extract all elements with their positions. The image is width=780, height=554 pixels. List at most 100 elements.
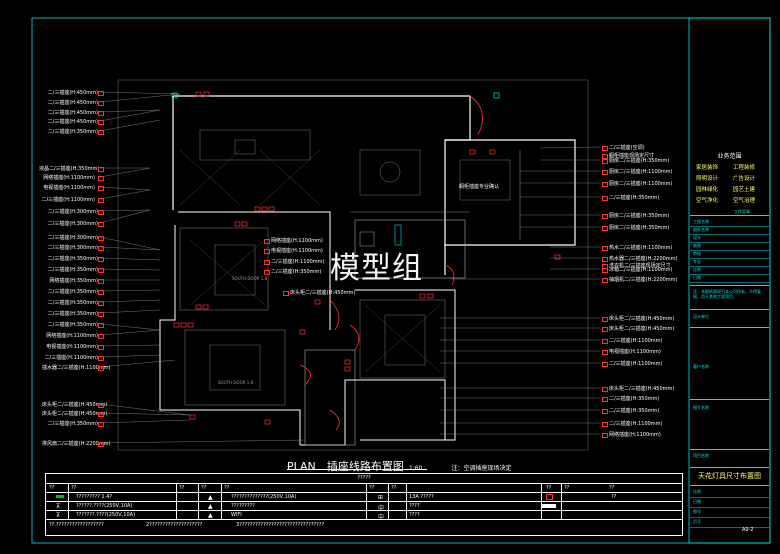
sheet-rule [690, 497, 769, 498]
left-outlet-label: 网络插座(H:1100mm) [43, 175, 95, 181]
left-outlet-label: 二/三插座(H:350mm) [47, 311, 98, 317]
title-block-field: 日期 [693, 275, 701, 280]
title-block-field: 比例 [693, 267, 701, 272]
right-outlet-label: 二/三插座(H:350mm) [609, 195, 660, 201]
triangle-socket-icon-3: ▲ [208, 512, 213, 519]
legend-header-cell: ?? [71, 485, 77, 491]
right-outlet-label: 厨房二/三插座(H:350mm) [609, 225, 670, 231]
legend-column-line [198, 483, 199, 519]
legend-header-cell: ?? [224, 485, 230, 491]
left-outlet-label: 二/三插座(H:350mm) [47, 289, 98, 295]
title-block-rule [690, 234, 769, 235]
title-block-rule [690, 258, 769, 259]
left-outlet-label: 二/三插座(H:1100mm) [41, 197, 96, 203]
title-block-field: 制图 [693, 243, 701, 248]
outlet-marker-icon [602, 350, 608, 355]
legend-cell: WIFI [231, 512, 242, 518]
legend-header-cell: ?? [201, 485, 207, 491]
title-block-field: 审核 [693, 251, 701, 256]
right-outlet-label: 抽烟机二/三插座(H:2200mm) [609, 277, 678, 283]
outlet-marker-icon [98, 91, 104, 96]
outlet-marker-icon [602, 422, 608, 427]
left-outlet-label: 二/三插座(H:350mm) [47, 421, 98, 427]
left-leader-lines [99, 91, 306, 444]
sheet-field: 页号 [693, 519, 701, 524]
left-outlet-label: 插水器二/三插座(H:1100mm) [42, 365, 111, 371]
outlet-marker-icon [602, 226, 608, 231]
outlet-legend-icon: ⊼ [56, 503, 61, 510]
left-outlet-label: 床头柜二/三插座(H:450mm) [42, 411, 108, 417]
left-outlet-label: 电视插座(H:1100mm) [43, 185, 95, 191]
legend-cell: ??????.????(250V,10A) [76, 503, 133, 509]
outlet-marker-icon [264, 239, 270, 244]
left-outlet-label: 二/三插座(H:300mm) [47, 235, 98, 241]
switch-legend-icon: ⊞ [378, 494, 384, 501]
title-block-field: 设计 [693, 235, 701, 240]
outlet-marker-icon [264, 270, 270, 275]
outlet-marker-icon [602, 339, 608, 344]
mid-outlet-label: 二/三插座(H:1100mm) [271, 259, 325, 265]
right-outlet-label: 网络插座(H:1100mm) [609, 432, 661, 438]
outlet-marker-icon [98, 111, 104, 116]
outlet-marker-icon [98, 442, 104, 447]
right-outlet-label: 二/三插座(H:350mm) [609, 408, 660, 414]
outlet-marker-icon [602, 387, 608, 392]
right-outlet-label: 二/三插座(H:1100mm) [609, 421, 663, 427]
bar-legend-icon [542, 504, 556, 508]
legend-column-line [366, 483, 367, 519]
left-outlet-label: 二/三插座(H:450mm) [47, 90, 98, 96]
outlet-marker-icon [98, 246, 104, 251]
right-outlet-label: 热水器二/三插座(H:2200mm) [609, 256, 678, 262]
legend-cell: ????????? [231, 503, 255, 509]
legend-column-line [561, 483, 562, 519]
service-item: 园林绿化 [696, 187, 719, 193]
outlet-marker-icon [602, 182, 608, 187]
outlet-marker-icon [602, 268, 608, 273]
outlet-marker-icon [98, 130, 104, 135]
title-block-field: 图纸名称 [693, 227, 709, 232]
left-outlet-label: 网络插座(H:350mm) [49, 278, 98, 284]
legend-cell: ??????????????(250V,10A) [231, 494, 297, 500]
title-block-rule [690, 274, 769, 275]
outlet-marker-icon [98, 257, 104, 262]
design-unit-label: 设计单位 [693, 314, 709, 319]
title-block-rule [690, 250, 769, 251]
drawing-title-underline [287, 469, 427, 470]
title-block: 业务范围 家居装饰 工程装修 照明设计 广告设计 园林绿化 园艺土建 空气净化 空气治理 工程… [690, 19, 769, 542]
right-outlet-label: 电视插座(H:1100mm) [609, 349, 661, 355]
sheet-field: 日期 [693, 499, 701, 504]
outlet-marker-icon [98, 101, 104, 106]
mid-outlet-label: 网络插座(H:1100mm) [271, 238, 323, 244]
left-outlet-label: 二/三插座(H:350mm) [47, 267, 98, 273]
legend-header-cell: ?? [564, 485, 570, 491]
outlet-marker-icon [602, 159, 608, 164]
mid-outlet-label: 二/三插座(H:350mm) [271, 269, 322, 275]
mid-outlet-label: 电视插座(H:1100mm) [271, 248, 323, 254]
outlet-marker-icon [602, 278, 608, 283]
right-outlet-label: 冰箱二/三插座(H:1100mm) [609, 267, 673, 273]
left-outlet-label: 二/三插座(H:300mm) [47, 245, 98, 251]
outlet-marker-icon [98, 167, 104, 172]
outlet-marker-icon [98, 334, 104, 339]
legend-footnote: 2???????????????????? [146, 522, 203, 528]
legend-column-line [541, 483, 542, 519]
service-item: 空气净化 [696, 198, 719, 204]
sheet-field: 比例 [693, 489, 701, 494]
outlet-marker-icon [602, 327, 608, 332]
legend-cell: ???? [409, 503, 420, 509]
switch-legend-icon-2: 中 [378, 505, 385, 512]
outlet-marker-icon [98, 236, 104, 241]
outlet-marker-icon [98, 366, 104, 371]
left-outlet-label: 二/三插座(H:350mm) [47, 300, 98, 306]
sheet-rule [690, 507, 769, 508]
legend-column-line [68, 483, 69, 519]
service-item: 广告设计 [733, 176, 756, 182]
legend-column-line [406, 483, 407, 519]
right-outlet-label: 二/三插座(空调) [609, 145, 645, 151]
bedroom-tag-1: SOUTH DOOR 1.8 [232, 276, 268, 281]
title-block-rule [690, 282, 769, 283]
legend-column-line [176, 483, 177, 519]
title-block-field: 工程名称 [693, 219, 709, 224]
bedroom-tag-2: SOUTH DOOR 1.8 [218, 380, 254, 385]
outlet-marker-icon [602, 214, 608, 219]
